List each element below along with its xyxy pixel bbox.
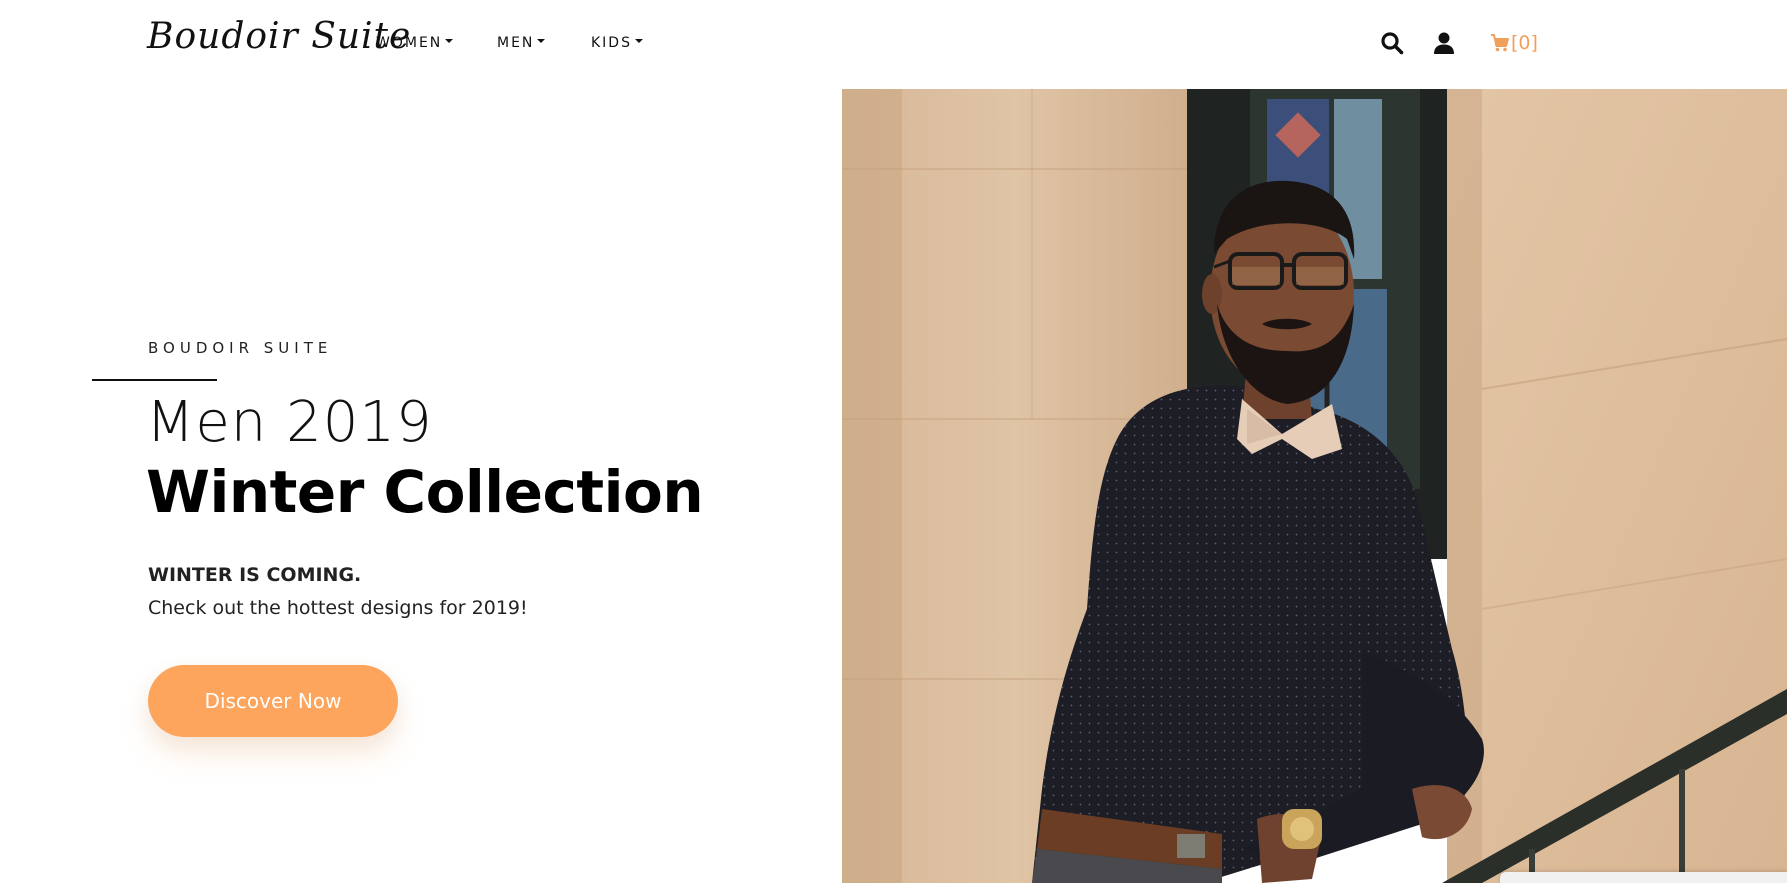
hero-subheading: WINTER IS COMING. — [148, 564, 362, 586]
cart-count: [0] — [1511, 32, 1538, 54]
hero-eyebrow: BOUDOIR SUITE — [148, 339, 333, 357]
chevron-down-icon — [445, 39, 454, 43]
hero-image — [842, 89, 1787, 883]
search-icon[interactable] — [1379, 30, 1405, 56]
chevron-down-icon — [634, 39, 643, 43]
hero-description: Check out the hottest designs for 2019! — [148, 597, 528, 619]
user-icon[interactable] — [1431, 30, 1457, 56]
chevron-down-icon — [537, 39, 546, 43]
cart-button[interactable]: [0] — [1490, 30, 1538, 56]
nav-item-kids[interactable]: KIDS — [591, 35, 643, 51]
nav-item-women[interactable]: WOMEN — [376, 35, 454, 51]
nav-item-kids-label: KIDS — [591, 35, 632, 51]
hero-divider — [92, 379, 217, 381]
brand-logo[interactable]: Boudoir Suite — [147, 16, 411, 57]
discover-now-button[interactable]: Discover Now — [148, 665, 398, 737]
hero-title-line2: Winter Collection — [146, 458, 704, 526]
corner-widget[interactable] — [1500, 872, 1787, 883]
nav-item-men-label: MEN — [497, 35, 535, 51]
nav-item-men[interactable]: MEN — [497, 35, 546, 51]
cart-icon — [1491, 34, 1509, 52]
navbar: Boudoir Suite WOMEN MEN KIDS [0] — [0, 0, 1787, 88]
nav-item-women-label: WOMEN — [376, 35, 443, 51]
hero-title-line1: Men 2019 — [146, 390, 433, 455]
